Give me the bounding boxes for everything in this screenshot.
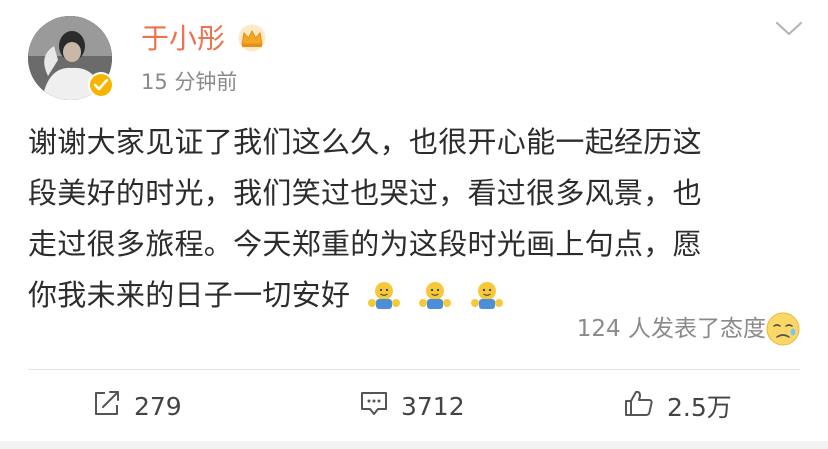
hug-emoji-icon — [469, 276, 505, 327]
comment-button[interactable]: 3712 — [359, 388, 465, 424]
reaction-summary[interactable]: 124 人发表了态度 — [577, 314, 766, 344]
post-line: 走过很多旅程。今天郑重的为这段时光画上句点，愿 — [28, 227, 702, 261]
bottom-separator — [0, 441, 828, 449]
post-line-text: 你我未来的日子一切安好 — [28, 278, 351, 312]
like-count: 2.5万 — [667, 393, 732, 422]
chevron-down-icon[interactable] — [775, 20, 803, 42]
sad-face-emoji-icon — [765, 311, 801, 351]
repost-button[interactable]: 279 — [92, 388, 182, 424]
repost-icon — [92, 389, 122, 423]
comment-icon — [359, 389, 389, 423]
post-content: 谢谢大家见证了我们这么久，也很开心能一起经历这 段美好的时光，我们笑过也哭过，看… — [28, 117, 808, 327]
post-line: 段美好的时光，我们笑过也哭过，看过很多风景，也 — [28, 176, 702, 210]
crown-icon[interactable] — [236, 24, 268, 56]
post-timestamp: 15 分钟前 — [141, 70, 238, 94]
post-line: 谢谢大家见证了我们这么久，也很开心能一起经历这 — [28, 125, 702, 159]
thumbs-up-icon — [623, 388, 655, 424]
repost-count: 279 — [134, 391, 182, 421]
hug-emoji-icon — [417, 276, 453, 327]
comment-count: 3712 — [401, 391, 465, 421]
like-button[interactable]: 2.5万 — [623, 388, 732, 424]
author-name[interactable]: 于小彤 — [141, 22, 225, 56]
hug-emoji-icon — [366, 276, 402, 327]
divider — [28, 369, 800, 370]
verified-badge-icon — [88, 72, 114, 98]
